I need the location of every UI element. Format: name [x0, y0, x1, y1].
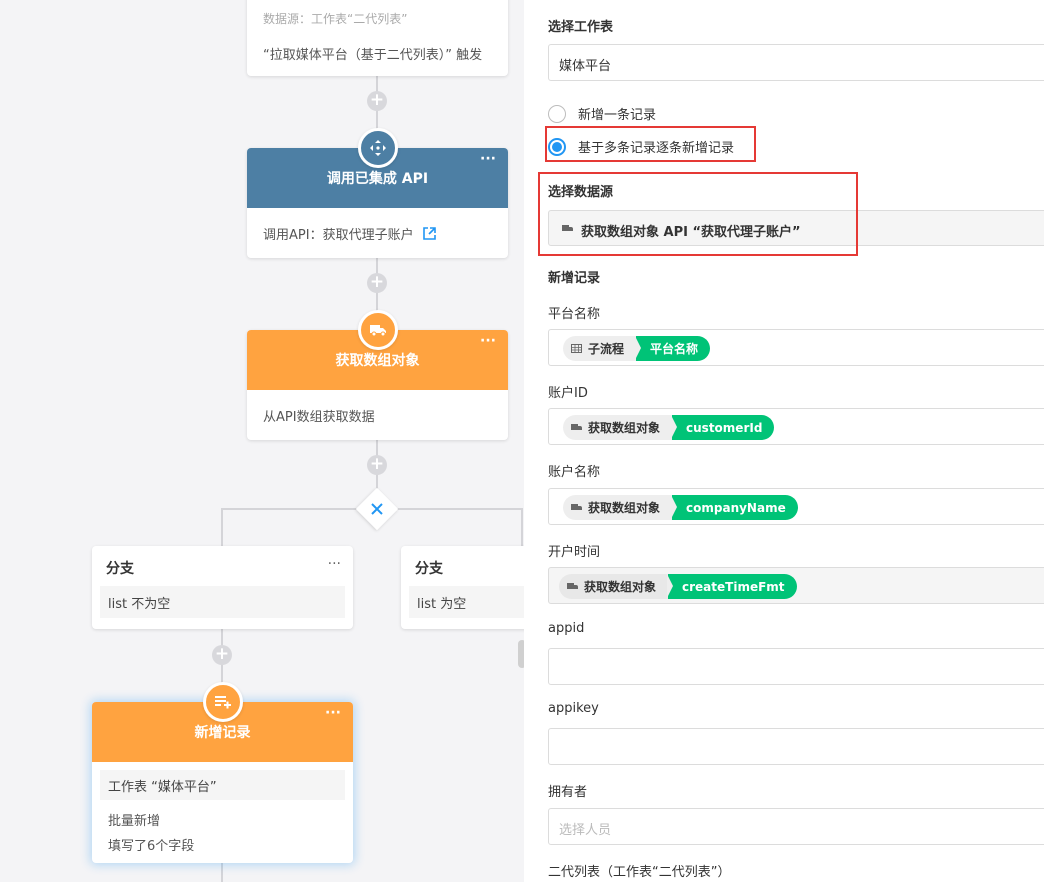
api-node-description: 调用API：获取代理子账户: [263, 228, 414, 243]
appikey-input[interactable]: [548, 728, 1044, 765]
truck-icon: [571, 423, 582, 432]
appikey-label: appikey: [548, 701, 599, 716]
more-icon[interactable]: ···: [325, 706, 341, 720]
field-value: 平台名称: [635, 336, 711, 361]
trigger-description: “拉取媒体平台（基于二代列表）” 触发: [263, 48, 483, 63]
truck-icon: [369, 325, 386, 337]
connector: [521, 508, 523, 546]
external-link-icon[interactable]: [422, 227, 436, 240]
array-node-title: 获取数组对象: [335, 353, 420, 369]
add-record-sheet: 工作表 “媒体平台”: [100, 770, 345, 800]
appid-input[interactable]: [548, 648, 1044, 685]
field-source: 子流程: [563, 336, 637, 361]
branch-condition: list 不为空: [100, 586, 345, 618]
field-value: companyName: [671, 495, 798, 520]
owner-picker[interactable]: 选择人员: [548, 808, 1044, 845]
api-node-body: 调用API：获取代理子账户: [247, 208, 508, 257]
add-step-button[interactable]: +: [212, 645, 232, 665]
field-input[interactable]: 获取数组对象 customerId: [548, 408, 1044, 445]
field-input[interactable]: 获取数组对象 companyName: [548, 488, 1044, 525]
settings-panel: 选择工作表 媒体平台 新增一条记录 基于多条记录逐条新增记录 选择数据源 获取数…: [524, 0, 1044, 882]
more-icon[interactable]: ···: [480, 152, 496, 166]
connector: [221, 862, 223, 882]
field-label: 账户名称: [548, 465, 601, 480]
radio-single-record[interactable]: 新增一条记录: [548, 104, 656, 123]
field-input[interactable]: 获取数组对象 createTimeFmt: [548, 567, 1044, 604]
field-value: createTimeFmt: [667, 574, 797, 599]
field-input[interactable]: 子流程 平台名称: [548, 329, 1044, 366]
connector: [221, 508, 223, 546]
field-source-text: 获取数组对象: [584, 580, 657, 594]
branch-card[interactable]: 分支 ··· list 不为空: [92, 546, 353, 629]
array-node[interactable]: 获取数组对象 ··· 从API数组获取数据: [247, 310, 508, 440]
field-source-text: 获取数组对象: [588, 501, 661, 515]
add-record-node[interactable]: 新增记录 ··· 工作表 “媒体平台” 批量新增 填写了6个字段: [92, 682, 353, 863]
branch-condition: list 为空: [409, 586, 524, 618]
highlight-box: [538, 172, 858, 256]
owner-placeholder: 选择人员: [559, 823, 612, 838]
api-node-icon: [357, 128, 398, 168]
branch-card[interactable]: 分支 list 为空: [401, 546, 524, 629]
field-label: 开户时间: [548, 545, 601, 560]
sheet-label: 选择工作表: [548, 20, 614, 35]
api-node-title: 调用已集成 API: [326, 171, 429, 187]
add-record-node-icon: [202, 682, 243, 722]
field-source-text: 获取数组对象: [588, 421, 661, 435]
radio-circle[interactable]: [548, 104, 566, 123]
add-step-button[interactable]: +: [367, 273, 387, 293]
add-step-button[interactable]: +: [367, 91, 387, 111]
truck-icon: [571, 503, 582, 512]
add-record-sheet-text: 工作表 “媒体平台”: [108, 780, 217, 795]
table-icon: [571, 344, 582, 353]
appid-label: appid: [548, 621, 585, 636]
add-record-mode: 批量新增: [108, 814, 161, 829]
records-label: 新增记录: [548, 271, 601, 286]
array-node-description: 从API数组获取数据: [263, 410, 375, 425]
branch-title: 分支: [415, 561, 443, 577]
radio-single-label: 新增一条记录: [578, 108, 657, 123]
field-source: 获取数组对象: [559, 574, 669, 599]
add-step-button[interactable]: +: [367, 455, 387, 475]
more-icon[interactable]: ···: [480, 334, 496, 348]
field-source: 获取数组对象: [563, 495, 673, 520]
more-icon[interactable]: ···: [328, 556, 341, 572]
trigger-source: 数据源：工作表“二代列表”: [263, 12, 408, 26]
field-label: 账户ID: [548, 386, 588, 401]
field-tag[interactable]: 子流程 平台名称: [563, 336, 711, 361]
trigger-node[interactable]: 数据源：工作表“二代列表” “拉取媒体平台（基于二代列表）” 触发: [247, 0, 508, 76]
branch-title: 分支: [106, 561, 134, 577]
add-record-summary: 填写了6个字段: [108, 839, 195, 854]
workflow-canvas[interactable]: 数据源：工作表“二代列表” “拉取媒体平台（基于二代列表）” 触发 + 调用已集…: [0, 0, 524, 882]
api-icon: [369, 140, 386, 156]
add-list-icon: [214, 696, 231, 709]
field-source-text: 子流程: [588, 342, 625, 356]
field-tag[interactable]: 获取数组对象 createTimeFmt: [559, 574, 797, 599]
array-node-body: 从API数组获取数据: [247, 390, 508, 439]
field-tag[interactable]: 获取数组对象 customerId: [563, 415, 775, 440]
field-label: 平台名称: [548, 307, 601, 322]
highlight-box: [545, 126, 756, 162]
sheet-select-value: 媒体平台: [559, 59, 612, 74]
field-source: 获取数组对象: [563, 415, 673, 440]
owner-label: 拥有者: [548, 785, 588, 800]
relation-label: 二代列表（工作表“二代列表”）: [548, 865, 731, 880]
array-node-icon: [357, 310, 398, 350]
sheet-select[interactable]: 媒体平台: [548, 44, 1044, 81]
add-record-node-title: 新增记录: [194, 725, 251, 741]
field-value: customerId: [671, 415, 775, 440]
truck-icon: [567, 582, 578, 591]
close-icon[interactable]: [371, 503, 383, 515]
field-tag[interactable]: 获取数组对象 companyName: [563, 495, 798, 520]
api-node[interactable]: 调用已集成 API ··· 调用API：获取代理子账户: [247, 128, 508, 258]
